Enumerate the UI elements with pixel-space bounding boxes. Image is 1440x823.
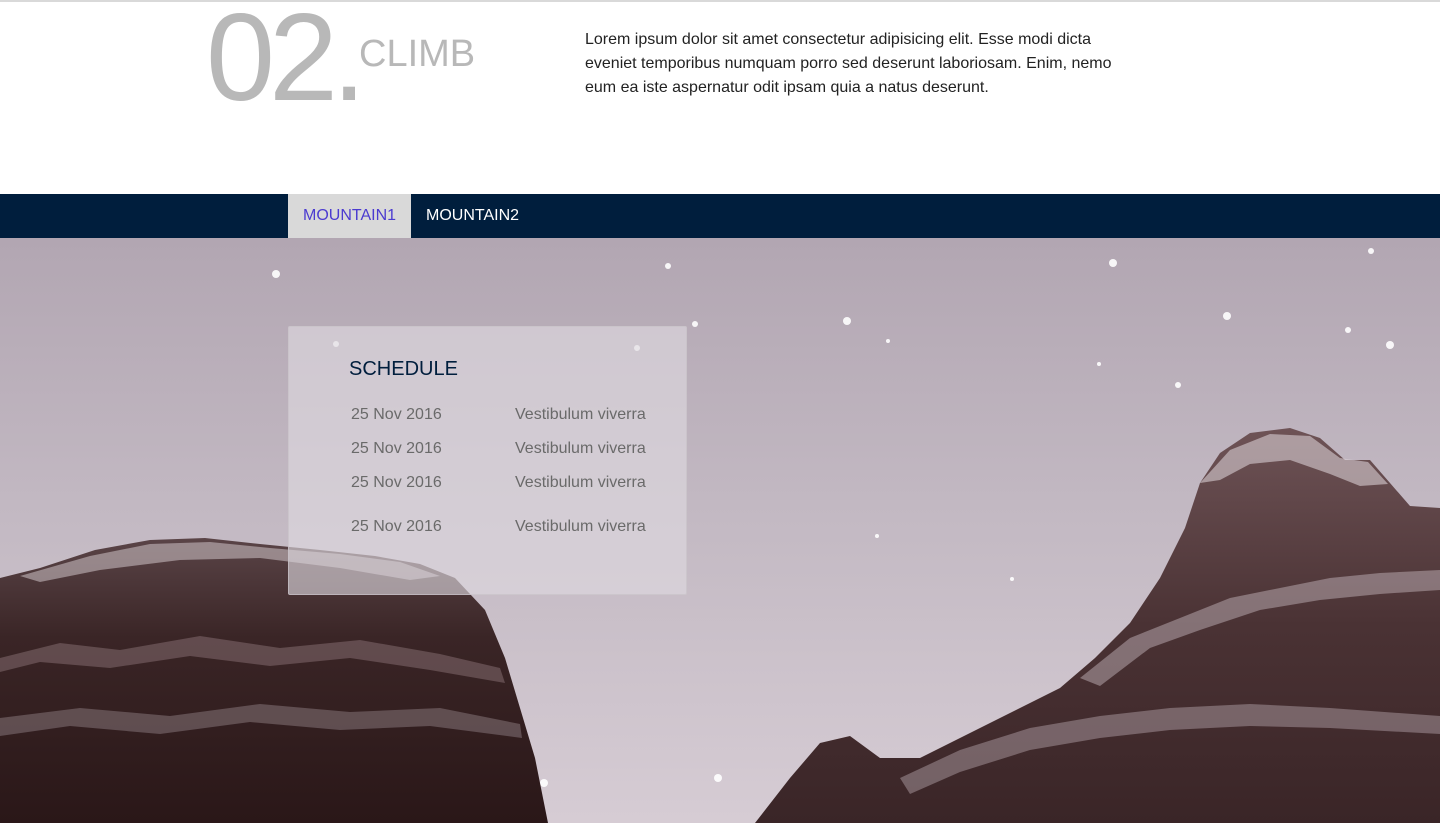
mountain-tab-bar: MOUNTAIN1 MOUNTAIN2 (0, 194, 1440, 238)
schedule-row: 25 Nov 2016 Vestibulum viverra (351, 517, 671, 537)
schedule-title: SCHEDULE (349, 358, 458, 380)
section-number: 02. (206, 0, 366, 127)
tab-mountain1[interactable]: MOUNTAIN1 (288, 194, 411, 238)
schedule-row: 25 Nov 2016 Vestibulum viverra (351, 473, 671, 493)
mountain-landscape-illustration (0, 248, 1440, 823)
schedule-panel: SCHEDULE 25 Nov 2016 Vestibulum viverra … (288, 326, 687, 595)
schedule-description: Vestibulum viverra (515, 406, 646, 423)
schedule-description: Vestibulum viverra (515, 518, 646, 535)
intro-paragraph: Lorem ipsum dolor sit amet consectetur a… (585, 31, 1112, 96)
schedule-date: 25 Nov 2016 (351, 440, 442, 457)
schedule-row: 25 Nov 2016 Vestibulum viverra (351, 405, 671, 425)
tab-mountain2[interactable]: MOUNTAIN2 (411, 194, 534, 238)
schedule-description: Vestibulum viverra (515, 440, 646, 457)
intro-section: 02. CLIMB Lorem ipsum dolor sit amet con… (0, 0, 1440, 194)
section-title: CLIMB (359, 33, 476, 75)
schedule-row: 25 Nov 2016 Vestibulum viverra (351, 439, 671, 459)
schedule-description: Vestibulum viverra (515, 474, 646, 491)
schedule-date: 25 Nov 2016 (351, 474, 442, 491)
mountain-hero-image (0, 238, 1440, 823)
schedule-date: 25 Nov 2016 (351, 406, 442, 423)
schedule-date: 25 Nov 2016 (351, 518, 442, 535)
